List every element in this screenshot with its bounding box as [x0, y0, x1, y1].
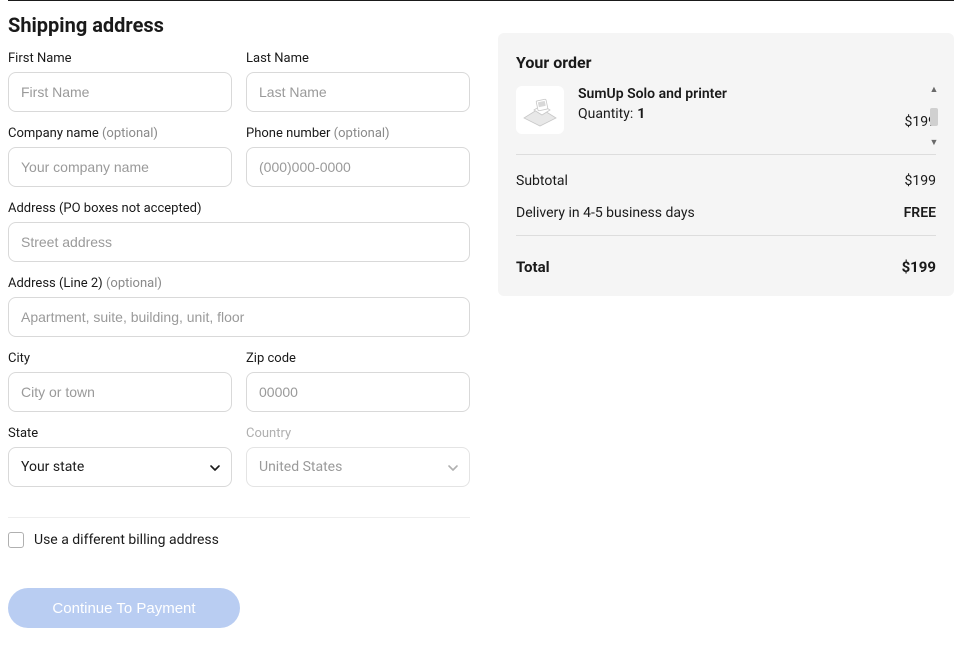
state-label: State — [8, 426, 232, 441]
company-input[interactable] — [8, 147, 232, 187]
top-divider — [8, 0, 954, 1]
zip-input[interactable] — [246, 372, 470, 412]
product-quantity: Quantity:1 — [578, 106, 891, 122]
subtotal-value: $199 — [905, 173, 936, 189]
subtotal-label: Subtotal — [516, 173, 568, 189]
order-total-row: Total $199 — [516, 246, 936, 276]
scroll-down-icon: ▼ — [930, 139, 939, 148]
phone-input[interactable] — [246, 147, 470, 187]
product-icon — [520, 92, 560, 128]
order-title: Your order — [516, 53, 936, 72]
state-value: Your state — [21, 459, 84, 475]
order-divider — [516, 154, 936, 155]
last-name-label: Last Name — [246, 51, 470, 66]
order-scrollbar[interactable]: ▲ ▼ — [928, 86, 940, 148]
order-summary-card: Your order SumUp Solo and printer Quanti… — [498, 33, 954, 296]
section-divider — [8, 517, 470, 518]
billing-checkbox-label: Use a different billing address — [34, 532, 219, 548]
chevron-down-icon — [209, 462, 219, 472]
billing-checkbox[interactable] — [8, 532, 24, 548]
address2-label: Address (Line 2) (optional) — [8, 276, 470, 291]
order-delivery-row: Delivery in 4-5 business days FREE — [516, 197, 936, 229]
address-input[interactable] — [8, 222, 470, 262]
city-label: City — [8, 351, 232, 366]
country-value: United States — [259, 459, 342, 475]
continue-button[interactable]: Continue To Payment — [8, 588, 240, 628]
first-name-input[interactable] — [8, 72, 232, 112]
total-label: Total — [516, 258, 550, 276]
scroll-up-icon: ▲ — [930, 86, 939, 95]
state-select[interactable]: Your state — [8, 447, 232, 487]
product-name: SumUp Solo and printer — [578, 86, 891, 102]
phone-label: Phone number (optional) — [246, 126, 470, 141]
delivery-label: Delivery in 4-5 business days — [516, 205, 695, 221]
city-input[interactable] — [8, 372, 232, 412]
address-label: Address (PO boxes not accepted) — [8, 201, 470, 216]
order-divider — [516, 235, 936, 236]
first-name-label: First Name — [8, 51, 232, 66]
country-select: United States — [246, 447, 470, 487]
delivery-value: FREE — [904, 205, 936, 221]
company-label: Company name (optional) — [8, 126, 232, 141]
address2-input[interactable] — [8, 297, 470, 337]
last-name-input[interactable] — [246, 72, 470, 112]
order-product-row: SumUp Solo and printer Quantity:1 $199 ▲… — [516, 86, 936, 148]
product-thumbnail — [516, 86, 564, 134]
total-value: $199 — [902, 258, 936, 276]
zip-label: Zip code — [246, 351, 470, 366]
page-title: Shipping address — [8, 13, 470, 37]
order-subtotal-row: Subtotal $199 — [516, 165, 936, 197]
country-label: Country — [246, 426, 470, 441]
chevron-down-icon — [447, 462, 457, 472]
